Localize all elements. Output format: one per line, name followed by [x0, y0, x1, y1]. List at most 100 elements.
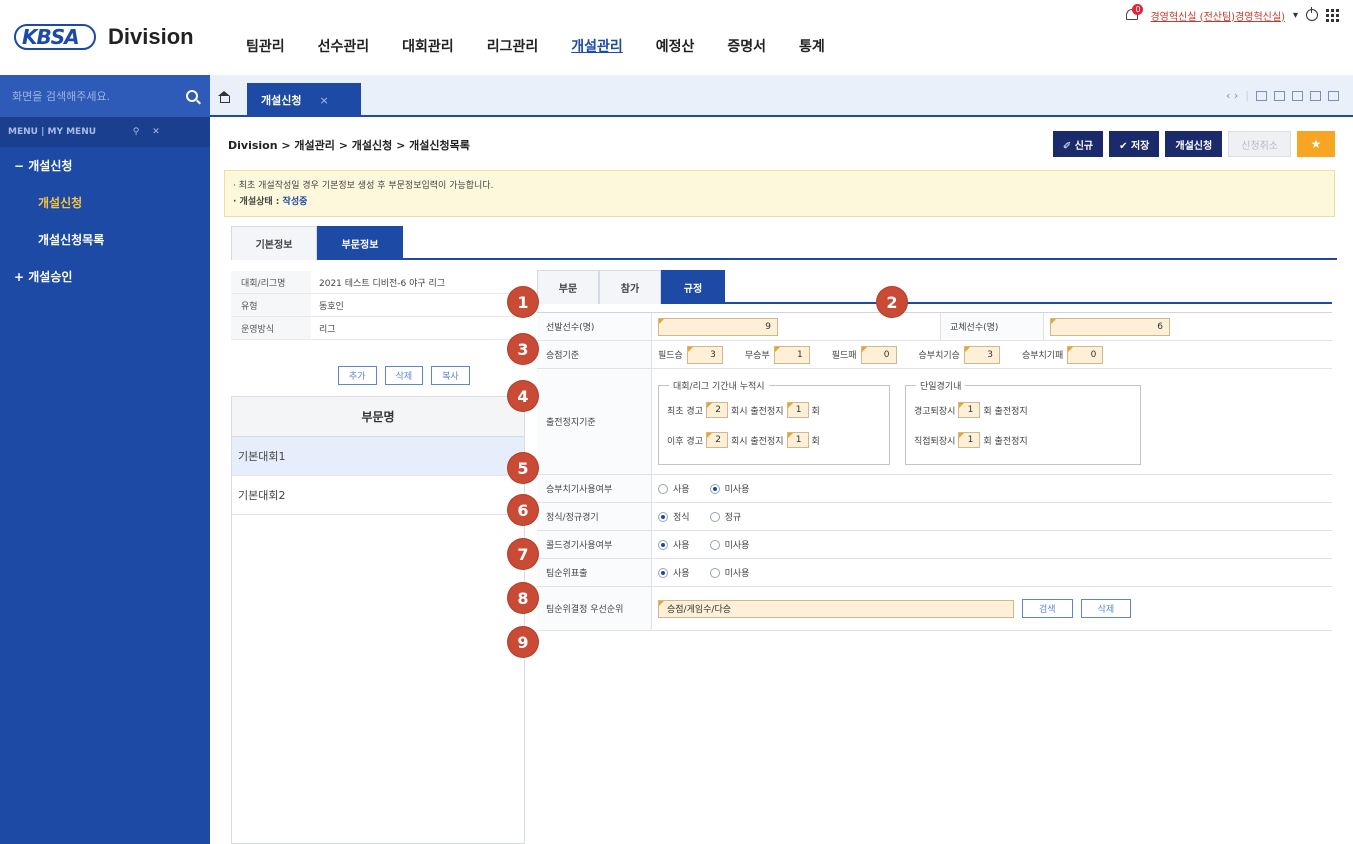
priority-label: 팀순위결정 우선순위 [537, 587, 652, 630]
first-suspend-input[interactable]: 1 [786, 402, 809, 418]
home-button[interactable] [210, 75, 238, 117]
direct-exit-label: 직접퇴장시 [914, 436, 956, 447]
point-input[interactable]: 1 [773, 345, 810, 364]
tab-rules[interactable]: 규정 [661, 270, 725, 304]
section-tabs: 기본정보 부문정보 [231, 226, 1337, 260]
cancel-apply-button[interactable]: 신청취소 [1228, 131, 1291, 157]
later-suspend-input[interactable]: 1 [786, 432, 809, 448]
direct-exit-input[interactable]: 1 [958, 432, 981, 448]
marker-6: 6 [508, 495, 538, 525]
copy-button[interactable]: 복사 [431, 366, 470, 385]
main-nav: 팀관리 선수관리 대회관리 리그관리 개설관리 예정산 증명서 통계 [246, 36, 858, 56]
logo[interactable]: KBSA Division [14, 22, 194, 52]
restore-icon[interactable] [1328, 90, 1339, 101]
points-label: 승점기준 [537, 341, 652, 368]
nav-team[interactable]: 팀관리 [246, 36, 285, 56]
radio-option[interactable]: 사용 [658, 482, 690, 495]
radio-label: 미사용 [724, 485, 750, 495]
starters-input[interactable]: 9 [658, 317, 778, 336]
home-icon [218, 90, 230, 103]
tab-nav-arrows[interactable]: ‹ › [1226, 89, 1238, 102]
info-label: 유형 [231, 294, 311, 316]
subs-input[interactable]: 6 [1050, 317, 1170, 336]
chevron-down-icon[interactable]: ▾ [1293, 10, 1298, 21]
division-title: Division [108, 24, 194, 49]
radio-option[interactable]: 정식 [658, 510, 690, 523]
radio-option[interactable]: 사용 [658, 566, 690, 579]
radio-option[interactable]: 사용 [658, 538, 690, 551]
marker-1: 1 [508, 287, 538, 317]
nav-league[interactable]: 리그관리 [487, 36, 539, 56]
pin-icon[interactable]: ⚲ [126, 127, 146, 137]
single-suffix: 회 출전정지 [983, 406, 1028, 417]
suspend-label: 회시 출전정지 [730, 436, 784, 447]
tab-participation[interactable]: 참가 [599, 270, 661, 304]
priority-input[interactable]: 승점/게임수/다승 [658, 599, 1014, 618]
later-warning-input[interactable]: 2 [705, 432, 728, 448]
favorite-star-icon[interactable]: ★ [1297, 131, 1335, 157]
tab-division[interactable]: 부문 [537, 270, 599, 304]
bell-icon[interactable]: 0 [1124, 4, 1144, 24]
radio-option[interactable]: 미사용 [709, 482, 750, 495]
delete-button[interactable]: 삭제 [384, 366, 424, 385]
first-warning-input[interactable]: 2 [705, 402, 728, 418]
point-input[interactable]: 0 [1067, 345, 1104, 364]
copy-icon[interactable] [1310, 90, 1321, 101]
list-view-icon[interactable] [1274, 90, 1285, 101]
tab-basic-info[interactable]: 기본정보 [231, 226, 317, 260]
menu-tab-label[interactable]: MENU | MY MENU [8, 127, 96, 137]
sidebar-group-apply[interactable]: − 개설신청 [0, 147, 210, 184]
point-input[interactable]: 3 [686, 345, 723, 364]
point-input[interactable]: 3 [963, 345, 1000, 364]
power-icon[interactable] [1306, 7, 1318, 21]
add-button[interactable]: 추가 [338, 366, 377, 385]
search-input[interactable]: 화면을 검색해주세요. [12, 88, 110, 104]
suspend-label: 회시 출전정지 [730, 406, 784, 417]
page-tabbar: 개설신청 × ‹ › | [210, 75, 1353, 117]
search-icon[interactable] [186, 90, 198, 102]
close-icon[interactable]: ✕ [146, 127, 166, 137]
apply-button[interactable]: 개설신청 [1165, 131, 1223, 157]
rule-row-official: 정식/정규경기 정식 정규 [537, 503, 1332, 531]
sidebar-search[interactable]: 화면을 검색해주세요. [0, 75, 210, 117]
official-cell: 정식 정규 [652, 503, 1332, 530]
radio-circle [658, 567, 668, 578]
nav-player[interactable]: 선수관리 [318, 36, 370, 56]
game-unit: 회 [811, 406, 820, 417]
new-button[interactable]: ✐ 신규 [1052, 131, 1104, 157]
sidebar-group-approve[interactable]: + 개설승인 [0, 258, 210, 295]
notice-box: · 최초 개설작성일 경우 기본정보 생성 후 부문정보입력이 가능합니다. ·… [224, 170, 1335, 217]
info-value: 리그 [319, 324, 336, 335]
nav-statistics[interactable]: 통계 [799, 36, 825, 56]
tab-division-info[interactable]: 부문정보 [317, 226, 403, 260]
sidebar-item-apply-list[interactable]: 개설신청목록 [0, 221, 210, 258]
game-unit: 회 [811, 436, 820, 447]
nav-tournament[interactable]: 대회관리 [402, 36, 454, 56]
save-button[interactable]: ✔ 저장 [1109, 131, 1160, 157]
tab-label: 개설신청 [261, 94, 302, 107]
tab-apply[interactable]: 개설신청 × [247, 83, 361, 117]
priority-search-button[interactable]: 검색 [1022, 599, 1073, 618]
apps-grid-icon[interactable] [1326, 8, 1339, 22]
point-input[interactable]: 0 [860, 345, 897, 364]
subs-cell: 6 [1044, 313, 1332, 340]
cold-cell: 사용 미사용 [652, 531, 1332, 558]
nav-opening[interactable]: 개설관리 [571, 36, 623, 56]
sidebar-item-apply[interactable]: 개설신청 [0, 184, 210, 221]
list-item[interactable]: 기본대회1 [232, 437, 524, 476]
priority-cell: 승점/게임수/다승 검색 삭제 [652, 587, 1332, 630]
radio-label: 정식 [673, 513, 690, 523]
window-icon[interactable] [1256, 90, 1267, 101]
nav-settlement[interactable]: 예정산 [656, 36, 695, 56]
priority-delete-button[interactable]: 삭제 [1080, 599, 1132, 618]
warn-exit-input[interactable]: 1 [958, 402, 981, 418]
nav-certificate[interactable]: 증명서 [727, 36, 766, 56]
tab-close-icon[interactable]: × [319, 94, 328, 107]
radio-option[interactable]: 미사용 [709, 566, 749, 579]
radio-option[interactable]: 미사용 [709, 538, 749, 551]
split-view-icon[interactable] [1292, 90, 1303, 101]
radio-option[interactable]: 정규 [709, 510, 741, 523]
radio-circle [709, 483, 720, 494]
user-menu[interactable]: 경영혁신실 (전산팀)경영혁신실) [1150, 8, 1284, 23]
list-item[interactable]: 기본대회2 [232, 476, 524, 515]
